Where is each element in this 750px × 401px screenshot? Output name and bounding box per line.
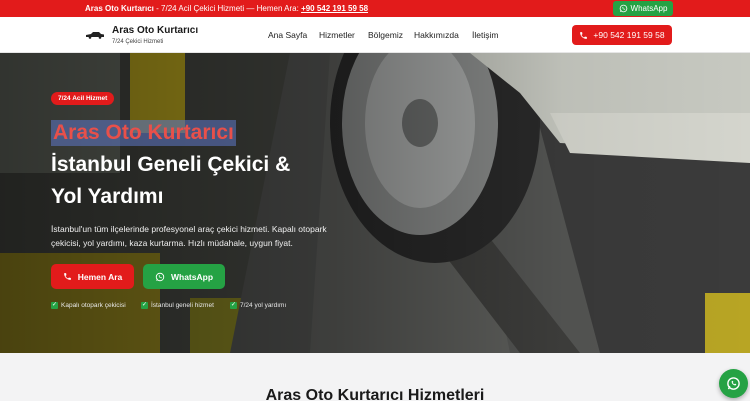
top-message: - 7/24 Acil Çekici Hizmeti — Hemen Ara: (153, 4, 302, 13)
header-call-button[interactable]: +90 542 191 59 58 (572, 25, 672, 45)
feature-label: Kapalı otopark çekicisi (61, 302, 126, 309)
whatsapp-icon (619, 4, 627, 13)
feature-label: 7/24 yol yardımı (240, 302, 287, 309)
feature-item: ✓ 7/24 yol yardımı (230, 302, 286, 309)
nav-hizmetler[interactable]: Hizmetler (319, 30, 355, 40)
feature-label: İstanbul geneli hizmet (151, 302, 214, 309)
brand-subtitle: 7/24 Çekici Hizmeti (112, 39, 164, 45)
hero-title-highlight: Aras Oto Kurtarıcı (51, 120, 236, 146)
hero-lead-line-2: çekicisi, yol yardımı, kaza kurtarma. Hı… (51, 238, 293, 248)
top-announcement-bar: Aras Oto Kurtarıcı - 7/24 Acil Çekici Hi… (0, 0, 750, 17)
whatsapp-icon (727, 377, 740, 390)
nav-ana-sayfa[interactable]: Ana Sayfa (268, 30, 307, 40)
feature-item: ✓ İstanbul geneli hizmet (141, 302, 214, 309)
top-whatsapp-button[interactable]: WhatsApp (613, 1, 673, 16)
hero-lead-line-1: İstanbul'un tüm ilçelerinde profesyonel … (51, 224, 327, 234)
hero-call-button[interactable]: Hemen Ara (51, 264, 134, 289)
phone-icon (580, 31, 588, 39)
hero-whatsapp-button[interactable]: WhatsApp (143, 264, 225, 289)
hero-title-line-2: İstanbul Geneli Çekici & (51, 153, 291, 176)
phone-icon (63, 273, 71, 280)
top-phone-link[interactable]: +90 542 191 59 58 (301, 4, 368, 13)
check-icon: ✓ (51, 302, 58, 309)
services-section: Aras Oto Kurtarıcı Hizmetleri (0, 353, 750, 401)
hero-title-line-3: Yol Yardımı (51, 185, 164, 208)
top-brand: Aras Oto Kurtarıcı (85, 4, 154, 13)
emergency-badge: 7/24 Acil Hizmet (51, 92, 115, 105)
hero-whatsapp-label: WhatsApp (170, 271, 214, 282)
hero-call-label: Hemen Ara (77, 271, 123, 282)
services-title: Aras Oto Kurtarıcı Hizmetleri (265, 387, 485, 401)
whatsapp-icon (155, 272, 165, 281)
tow-truck-logo-icon[interactable] (85, 31, 105, 39)
feature-item: ✓ Kapalı otopark çekicisi (51, 302, 126, 309)
nav-hakkimizda[interactable]: Hakkımızda (414, 30, 459, 40)
nav-bolgemiz[interactable]: Bölgemiz (368, 30, 403, 40)
header-call-label: +90 542 191 59 58 (593, 30, 665, 40)
floating-whatsapp-button[interactable] (719, 369, 748, 398)
top-whatsapp-label: WhatsApp (630, 4, 668, 13)
check-icon: ✓ (141, 302, 148, 309)
brand-title[interactable]: Aras Oto Kurtarıcı (112, 25, 198, 36)
top-announcement-text: Aras Oto Kurtarıcı - 7/24 Acil Çekici Hi… (85, 4, 368, 13)
check-icon: ✓ (230, 302, 237, 309)
nav-iletisim[interactable]: İletişim (472, 30, 498, 40)
site-header: Aras Oto Kurtarıcı 7/24 Çekici Hizmeti A… (0, 17, 750, 53)
